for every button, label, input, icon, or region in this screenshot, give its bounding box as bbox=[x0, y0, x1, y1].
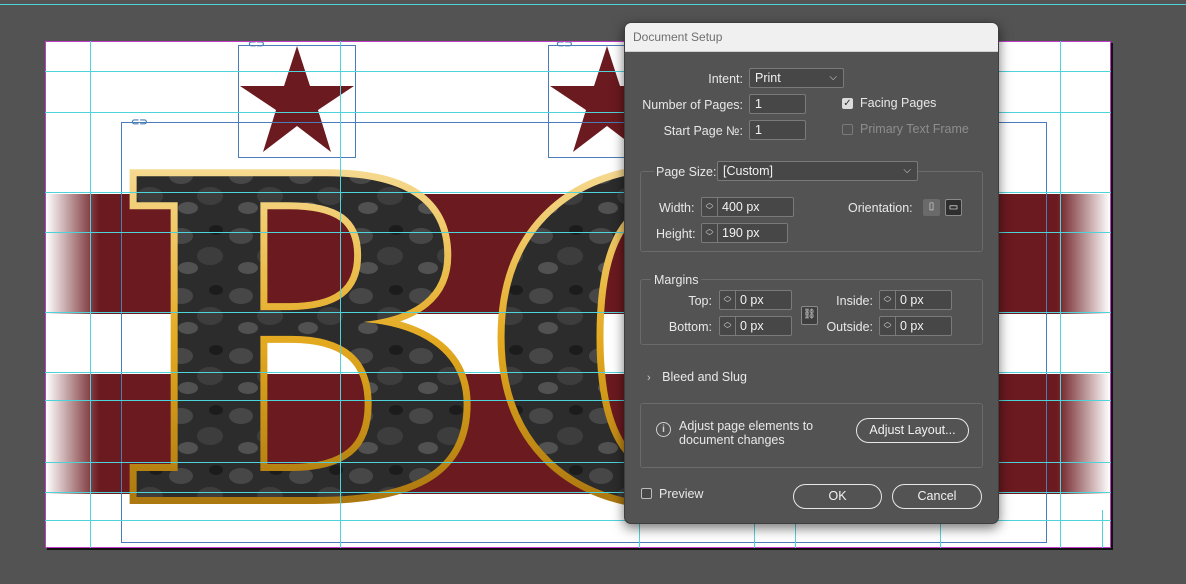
chevron-right-icon: › bbox=[647, 372, 651, 384]
guide-v2 bbox=[340, 41, 341, 548]
margin-bottom-stepper[interactable]: ︿ ﹀ 0 px bbox=[719, 316, 792, 336]
adjust-info-line2: document changes bbox=[679, 433, 785, 447]
stepper-arrows-icon[interactable]: ︿ ﹀ bbox=[702, 224, 718, 242]
intent-label: Intent: bbox=[708, 72, 743, 86]
width-value: 400 px bbox=[722, 200, 760, 214]
landscape-icon[interactable]: ▭ bbox=[945, 199, 962, 216]
margin-outside-value: 0 px bbox=[900, 319, 924, 333]
page-size-label: Page Size: bbox=[654, 165, 719, 179]
stepper-arrows-icon[interactable]: ︿ ﹀ bbox=[720, 291, 736, 309]
margin-inside-value: 0 px bbox=[900, 293, 924, 307]
stepper-arrows-icon[interactable]: ︿ ﹀ bbox=[880, 291, 896, 309]
margin-top-stepper[interactable]: ︿ ﹀ 0 px bbox=[719, 290, 792, 310]
ok-button[interactable]: OK bbox=[793, 484, 882, 509]
cancel-button[interactable]: Cancel bbox=[892, 484, 982, 509]
start-page-input[interactable]: 1 bbox=[749, 120, 806, 140]
margin-outside-stepper[interactable]: ︿ ﹀ 0 px bbox=[879, 316, 952, 336]
start-page-label: Start Page №: bbox=[663, 124, 743, 138]
stepper-arrows-icon[interactable]: ︿ ﹀ bbox=[880, 317, 896, 335]
margin-inside-stepper[interactable]: ︿ ﹀ 0 px bbox=[879, 290, 952, 310]
adjust-layout-button[interactable]: Adjust Layout... bbox=[856, 418, 969, 443]
margin-bottom-value: 0 px bbox=[740, 319, 764, 333]
preview-label[interactable]: Preview bbox=[659, 487, 703, 501]
info-icon: i bbox=[656, 422, 671, 437]
bleed-slug-label: Bleed and Slug bbox=[662, 370, 747, 384]
intent-dropdown[interactable]: Print ⌵ bbox=[749, 68, 844, 88]
margin-outside-label: Outside: bbox=[826, 320, 873, 334]
adjust-info-line1: Adjust page elements to bbox=[679, 419, 814, 433]
chevron-down-icon: ⌵ bbox=[829, 72, 837, 83]
guide-v1 bbox=[90, 41, 91, 548]
portrait-icon[interactable]: ▯ bbox=[923, 199, 940, 216]
stepper-arrows-icon[interactable]: ︿ ﹀ bbox=[720, 317, 736, 335]
guide-v7 bbox=[1060, 41, 1061, 548]
primary-text-frame-label: Primary Text Frame bbox=[860, 122, 969, 136]
link-icon: ⊂⊃ bbox=[556, 41, 573, 50]
facing-pages-checkbox[interactable]: ✓ bbox=[842, 98, 853, 109]
facing-pages-label[interactable]: Facing Pages bbox=[860, 96, 936, 110]
margin-top-label: Top: bbox=[688, 294, 712, 308]
link-icon: ⊂⊃ bbox=[248, 41, 265, 50]
width-stepper[interactable]: ︿ ﹀ 400 px bbox=[701, 197, 794, 217]
margins-title: Margins bbox=[651, 273, 702, 287]
margin-top-value: 0 px bbox=[740, 293, 764, 307]
height-label: Height: bbox=[656, 227, 696, 241]
page-size-value: [Custom] bbox=[723, 164, 774, 178]
primary-text-frame-checkbox[interactable] bbox=[842, 124, 853, 135]
width-label: Width: bbox=[659, 201, 695, 215]
document-setup-dialog: Document Setup Intent: Print ⌵ Number of… bbox=[624, 22, 999, 524]
link-icon: ⊂⊃ bbox=[131, 117, 148, 128]
intent-value: Print bbox=[755, 71, 781, 85]
height-value: 190 px bbox=[722, 226, 760, 240]
pasteboard-guide-top bbox=[0, 4, 1186, 5]
dialog-title[interactable]: Document Setup bbox=[625, 23, 998, 52]
height-stepper[interactable]: ︿ ﹀ 190 px bbox=[701, 223, 788, 243]
orientation-label: Orientation: bbox=[848, 201, 913, 215]
num-pages-label: Number of Pages: bbox=[642, 98, 743, 112]
margin-bottom-label: Bottom: bbox=[668, 320, 712, 334]
num-pages-input[interactable]: 1 bbox=[749, 94, 806, 114]
margin-inside-label: Inside: bbox=[836, 294, 873, 308]
page-size-dropdown[interactable]: [Custom] ⌵ bbox=[717, 161, 918, 181]
stepper-arrows-icon[interactable]: ︿ ﹀ bbox=[702, 198, 718, 216]
chevron-down-icon: ⌵ bbox=[903, 165, 911, 176]
bleed-slug-toggle[interactable]: › Bleed and Slug bbox=[647, 370, 747, 384]
preview-checkbox[interactable] bbox=[641, 488, 652, 499]
guide-v8 bbox=[1102, 510, 1103, 548]
